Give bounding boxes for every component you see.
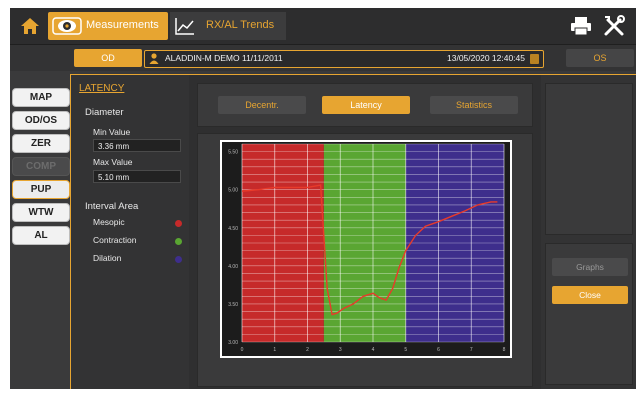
diameter-label: Diameter <box>85 107 124 118</box>
tools-icon[interactable] <box>602 14 626 38</box>
chart-x-tick-label: 3 <box>339 347 342 353</box>
nav-al[interactable]: AL <box>12 226 70 245</box>
legend-mesopic-label: Mesopic <box>93 217 125 227</box>
legend-dilation-dot <box>175 256 182 263</box>
chart-x-tick-label: 2 <box>306 347 309 353</box>
nav-comp: COMP <box>12 157 70 176</box>
latency-chart: 3.00 3.50 4.00 4.50 5.00 5.50 0 1 2 3 4 5 6 7 8 <box>220 140 512 358</box>
graphs-button[interactable]: Graphs <box>552 258 628 276</box>
latency-info-panel: LATENCY Diameter Min Value 3.36 mm Max V… <box>71 75 189 389</box>
right-panel: Graphs Close <box>541 75 636 389</box>
chart-x-tick-label: 7 <box>470 347 473 353</box>
legend-contraction-label: Contraction <box>93 235 137 245</box>
min-value-field: 3.36 mm <box>93 139 181 152</box>
chart-y-tick-label: 4.50 <box>228 226 238 232</box>
nav-map[interactable]: MAP <box>12 88 70 107</box>
close-button[interactable]: Close <box>552 286 628 304</box>
chart-x-tick-label: 8 <box>503 347 506 353</box>
chart-x-tick-label: 5 <box>404 347 407 353</box>
patient-row: OD ALADDIN-M DEMO 11/11/2011 13/05/2020 … <box>10 45 636 71</box>
center-panel: Decentr. Latency Statistics 3.00 3.50 4.00… <box>197 83 533 387</box>
tab-statistics[interactable]: Statistics <box>430 96 518 114</box>
chart-x-tick-label: 0 <box>241 347 244 353</box>
min-value-label: Min Value <box>93 127 131 137</box>
patient-name: ALADDIN-M DEMO 11/11/2011 <box>165 53 283 63</box>
chart-x-tick-label: 1 <box>273 347 276 353</box>
nav-wtw[interactable]: WTW <box>12 203 70 222</box>
tab-rx-al-trends[interactable]: RX/AL Trends <box>170 12 286 40</box>
interval-area-label: Interval Area <box>85 201 139 212</box>
trend-chart-icon <box>175 18 194 35</box>
actions-box: Graphs Close <box>545 243 633 385</box>
eye-icon <box>52 17 82 35</box>
legend-mesopic-dot <box>175 220 182 227</box>
tab-measurements[interactable]: Measurements <box>48 12 168 40</box>
right-top-box <box>545 83 633 235</box>
module-nav: MAP OD/OS ZER COMP PUP WTW AL <box>12 88 70 249</box>
chart-y-tick-label: 3.00 <box>228 340 238 346</box>
tab-latency[interactable]: Latency <box>322 96 410 114</box>
chart-y-tick-label: 4.00 <box>228 264 238 270</box>
printer-icon[interactable] <box>570 16 592 36</box>
chart-y-tick-label: 5.50 <box>228 150 238 156</box>
tab-measurements-label: Measurements <box>86 19 159 31</box>
latency-chart-panel: 3.00 3.50 4.00 4.50 5.00 5.50 0 1 2 3 4 5 6 7 8 <box>197 133 533 387</box>
nav-pup[interactable]: PUP <box>12 180 70 199</box>
tab-decentr[interactable]: Decentr. <box>218 96 306 114</box>
exam-datetime: 13/05/2020 12:40:45 <box>447 53 525 63</box>
nav-od-os[interactable]: OD/OS <box>12 111 70 130</box>
app-screen: Measurements RX/AL Trends OD ALADDIN-M D… <box>10 8 636 389</box>
legend-dilation-label: Dilation <box>93 253 122 263</box>
top-bar: Measurements RX/AL Trends <box>10 8 636 45</box>
user-icon <box>149 53 159 64</box>
patient-info-bar[interactable]: ALADDIN-M DEMO 11/11/2011 13/05/2020 12:… <box>144 50 544 68</box>
chart-x-tick-label: 4 <box>372 347 375 353</box>
chart-x-tick-label: 6 <box>437 347 440 353</box>
max-value-label: Max Value <box>93 157 133 167</box>
panel-title: LATENCY <box>79 83 125 94</box>
os-button[interactable]: OS <box>566 49 634 67</box>
view-tab-bar: Decentr. Latency Statistics <box>197 83 533 127</box>
chart-y-tick-label: 5.00 <box>228 188 238 194</box>
chart-y-tick-label: 3.50 <box>228 302 238 308</box>
max-value-field: 5.10 mm <box>93 170 181 183</box>
legend-contraction-dot <box>175 238 182 245</box>
tab-rx-al-trends-label: RX/AL Trends <box>206 19 275 31</box>
lock-icon <box>530 54 539 64</box>
od-button[interactable]: OD <box>74 49 142 67</box>
home-icon <box>21 18 39 34</box>
nav-zer[interactable]: ZER <box>12 134 70 153</box>
main-area: LATENCY Diameter Min Value 3.36 mm Max V… <box>70 74 636 389</box>
home-button[interactable] <box>16 14 44 38</box>
